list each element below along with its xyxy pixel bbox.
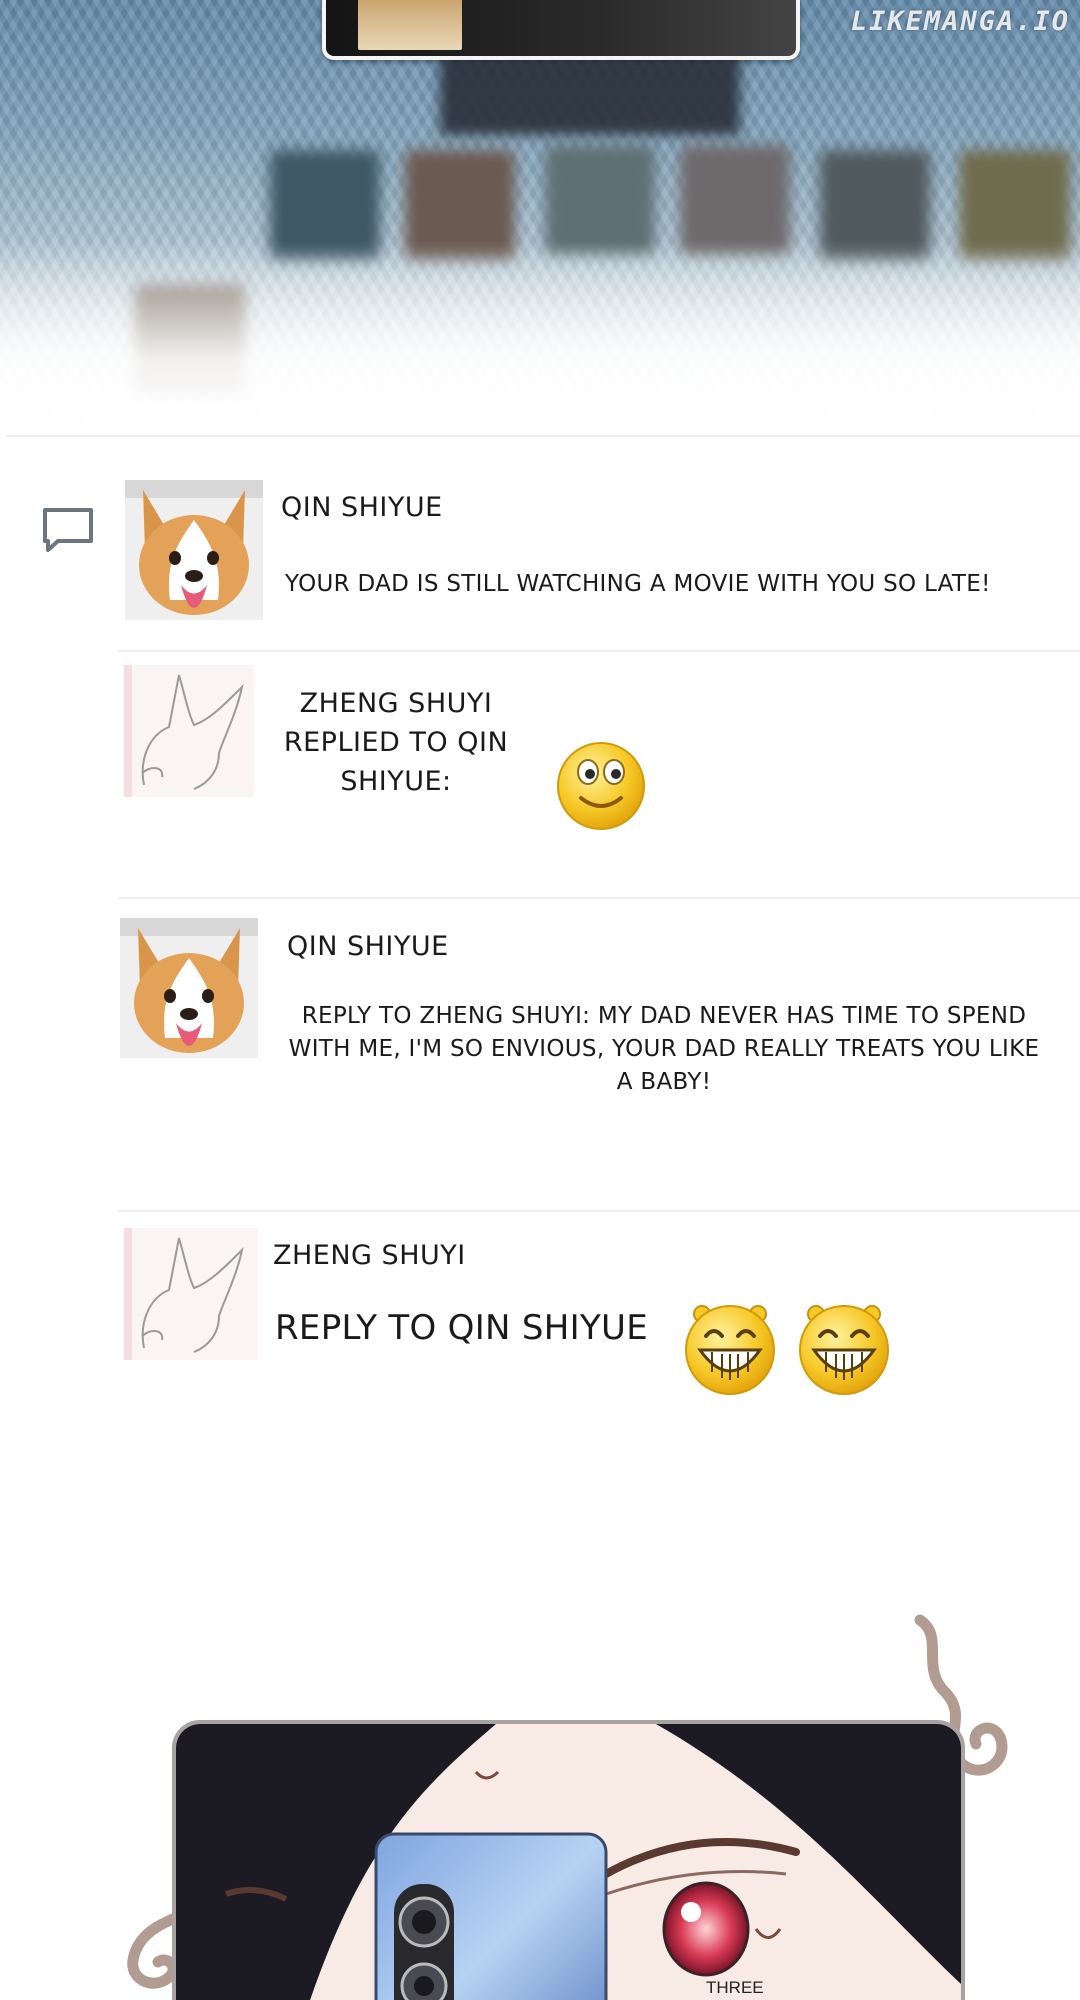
page: LIKEMANGA.IO QIN SHIYUE YOUR DAD IS STIL… xyxy=(0,0,1080,2000)
sfx-text: THREE xyxy=(706,1978,764,1997)
comment-divider xyxy=(118,897,1080,899)
comment-icon[interactable] xyxy=(40,505,96,555)
comment-divider xyxy=(118,650,1080,652)
reply-username[interactable]: ZHENG SHUYI REPLIED TO QIN SHIYUE: xyxy=(276,684,516,801)
fade-overlay xyxy=(0,240,1080,440)
section-divider xyxy=(6,435,1080,437)
corgi-avatar-icon xyxy=(120,918,258,1058)
reply-username[interactable]: ZHENG SHUYI xyxy=(273,1240,466,1271)
blurred-figure xyxy=(440,55,740,135)
comment-text: REPLY TO ZHENG SHUYI: MY DAD NEVER HAS T… xyxy=(288,1003,1040,1095)
avatar[interactable] xyxy=(125,480,263,620)
smile-emoji xyxy=(557,742,645,830)
comment-text: YOUR DAD IS STILL WATCHING A MOVIE WITH … xyxy=(285,571,991,597)
fox-sketch-avatar-icon xyxy=(124,1228,258,1360)
avatar[interactable] xyxy=(124,665,254,797)
avatar[interactable] xyxy=(120,918,258,1058)
video-thumbnail xyxy=(358,0,462,50)
grin-emoji xyxy=(685,1305,775,1395)
video-card[interactable] xyxy=(322,0,800,60)
panel-illustration xyxy=(176,1724,961,2000)
comment-username[interactable]: QIN SHIYUE xyxy=(281,492,443,523)
grin-emoji xyxy=(799,1305,889,1395)
moments-photo-area xyxy=(0,0,1080,440)
watermark: LIKEMANGA.IO xyxy=(850,6,1070,37)
avatar[interactable] xyxy=(124,1228,258,1360)
blurred-photo-4[interactable] xyxy=(680,145,790,255)
reply-text: REPLY TO QIN SHIYUE xyxy=(275,1308,648,1348)
fox-sketch-avatar-icon xyxy=(124,665,254,797)
manga-panel xyxy=(172,1720,965,2000)
comment-username[interactable]: QIN SHIYUE xyxy=(287,931,449,962)
blurred-photo-3[interactable] xyxy=(545,145,655,255)
comment-divider xyxy=(118,1210,1080,1212)
corgi-avatar-icon xyxy=(125,480,263,620)
